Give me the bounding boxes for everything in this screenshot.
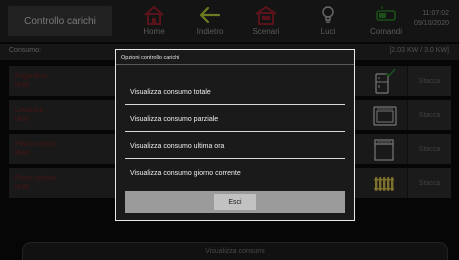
option-label: Visualizza consumo ultima ora xyxy=(130,143,225,150)
option-label: Visualizza consumo giorno corrente xyxy=(130,170,241,177)
option-divider xyxy=(125,158,345,159)
dialog-title: Opzioni controllo carichi xyxy=(121,55,180,61)
option-total-consumption[interactable]: Visualizza consumo totale xyxy=(125,81,345,105)
option-partial-consumption[interactable]: Visualizza consumo parziale xyxy=(125,108,345,132)
option-divider xyxy=(125,131,345,132)
option-current-day-consumption[interactable]: Visualizza consumo giorno corrente xyxy=(125,162,345,186)
option-label: Visualizza consumo totale xyxy=(130,89,211,96)
option-label: Visualizza consumo parziale xyxy=(130,116,219,123)
exit-button[interactable]: Esci xyxy=(214,194,256,210)
dialog-title-divider xyxy=(116,64,354,65)
dialog-footer: Esci xyxy=(125,191,345,213)
option-divider xyxy=(125,104,345,105)
load-control-options-dialog: Opzioni controllo carichi Visualizza con… xyxy=(115,49,355,221)
option-last-hour-consumption[interactable]: Visualizza consumo ultima ora xyxy=(125,135,345,159)
